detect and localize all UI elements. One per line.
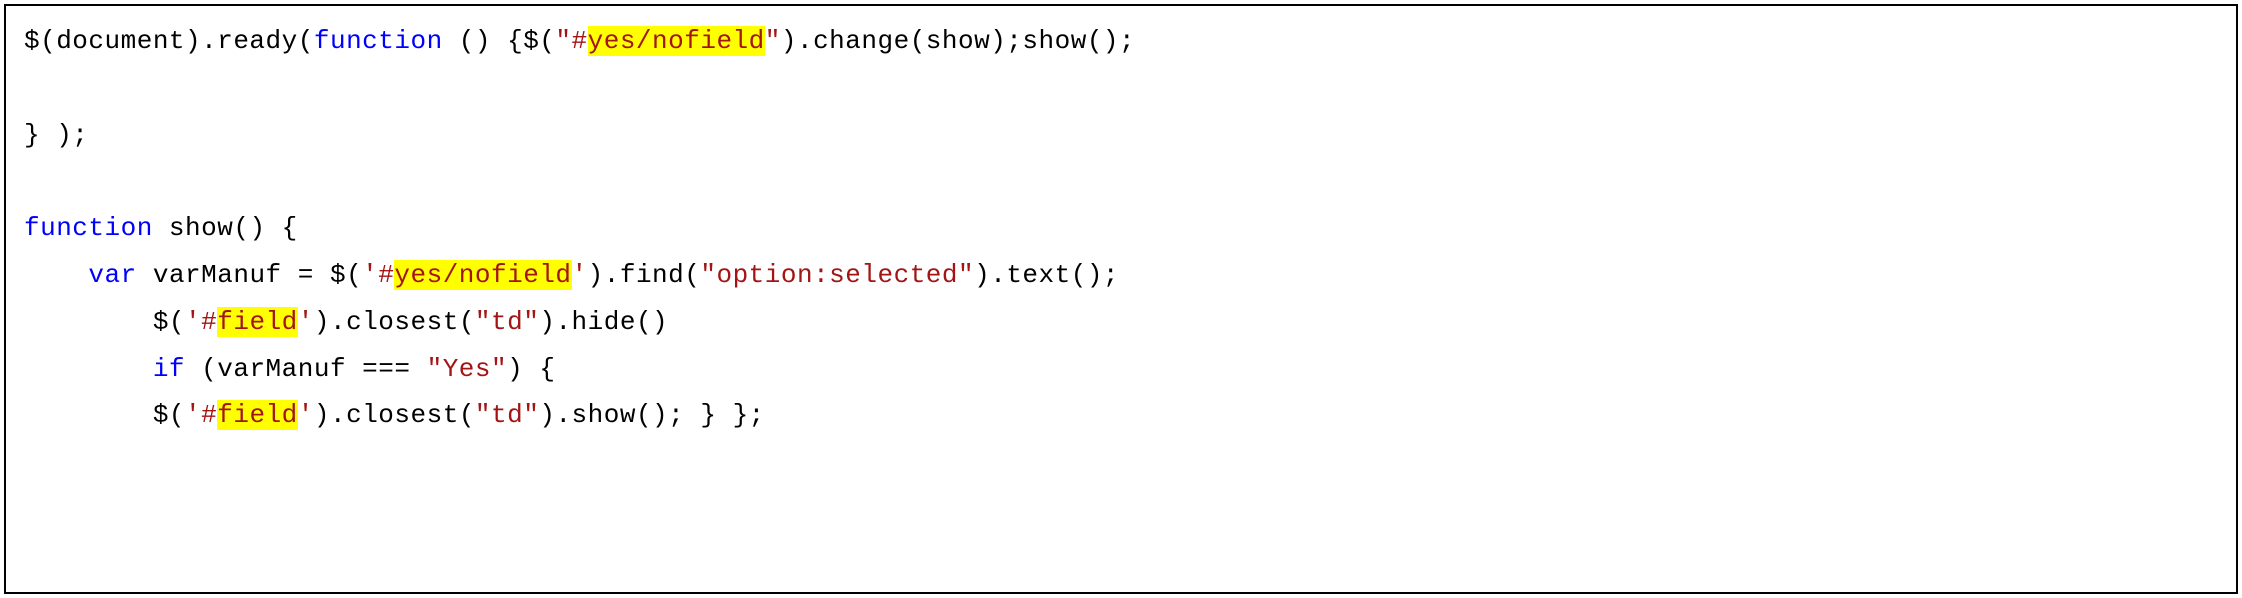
code-text: ) { [507,354,555,384]
code-text: $(document).ready( [24,26,314,56]
string-literal: "td" [475,400,539,430]
code-text: show() { [153,213,298,243]
code-text: (varManuf === [185,354,427,384]
code-text: () {$( [443,26,556,56]
string-literal: "Yes" [427,354,508,384]
code-text: $( [153,307,185,337]
string-quote: ' [298,307,314,337]
string-quote: ' [298,400,314,430]
code-text: ).text(); [974,260,1119,290]
code-text: ).closest( [314,307,475,337]
keyword-function: function [314,26,443,56]
indent [24,260,88,290]
code-content: $(document).ready(function () {$("#yes/n… [24,18,2218,439]
keyword-var: var [88,260,136,290]
code-text: ).closest( [314,400,475,430]
code-text: $( [153,400,185,430]
string-quote: "# [555,26,587,56]
string-quote: '# [362,260,394,290]
highlighted-selector: yes/nofield [394,260,571,290]
highlighted-selector: field [217,400,298,430]
code-text: ).hide() [539,307,668,337]
keyword-if: if [153,354,185,384]
code-block: $(document).ready(function () {$("#yes/n… [4,4,2238,594]
code-text: varManuf = $( [137,260,362,290]
highlighted-selector: field [217,307,298,337]
code-text: } ); [24,120,88,150]
indent [24,400,153,430]
string-quote: ' [572,260,588,290]
code-text: ).change(show);show(); [781,26,1135,56]
string-literal: "option:selected" [700,260,974,290]
string-literal: "td" [475,307,539,337]
string-quote: '# [185,307,217,337]
indent [24,354,153,384]
code-text: ).show(); } }; [539,400,764,430]
highlighted-selector: yes/nofield [588,26,765,56]
indent [24,307,153,337]
string-quote: '# [185,400,217,430]
string-quote: " [765,26,781,56]
code-text: ).find( [588,260,701,290]
keyword-function: function [24,213,153,243]
